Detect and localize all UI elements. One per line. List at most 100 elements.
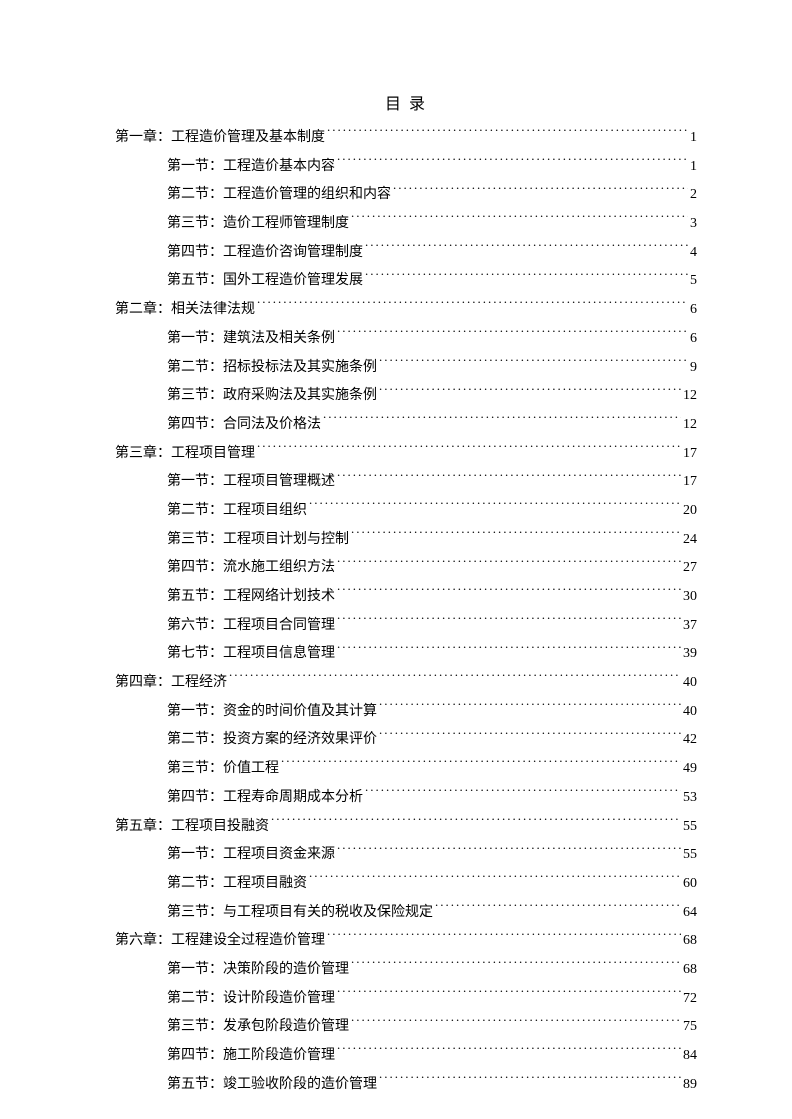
toc-entry: 第一节：建筑法及相关条例6 <box>115 325 697 354</box>
toc-entry-text: 第二节：工程项目融资 <box>167 870 307 899</box>
toc-leader <box>337 844 681 858</box>
toc-entry-text: 第三节：发承包阶段造价管理 <box>167 1013 349 1042</box>
toc-leader <box>271 816 681 830</box>
toc-page-number: 30 <box>683 583 697 612</box>
toc-page-number: 68 <box>683 927 697 956</box>
toc-leader <box>351 213 688 227</box>
toc-page-number: 12 <box>683 382 697 411</box>
toc-leader <box>379 385 681 399</box>
toc-entry: 第六章：工程建设全过程造价管理68 <box>115 927 697 956</box>
toc-leader <box>337 586 681 600</box>
toc-entry-text: 第一节：工程造价基本内容 <box>167 153 335 182</box>
toc-entry-text: 第四节：合同法及价格法 <box>167 411 321 440</box>
toc-entry-text: 第三章：工程项目管理 <box>115 440 255 469</box>
toc-entry-text: 第二节：招标投标法及其实施条例 <box>167 354 377 383</box>
toc-page-number: 53 <box>683 784 697 813</box>
toc-entry: 第三节：价值工程 49 <box>115 755 697 784</box>
toc-leader <box>365 270 688 284</box>
toc-leader <box>351 1016 681 1030</box>
toc-entry: 第四节：流水施工组织方法27 <box>115 554 697 583</box>
toc-list: 第一章：工程造价管理及基本制度1第一节：工程造价基本内容1第二节：工程造价管理的… <box>115 124 697 1099</box>
toc-leader <box>309 873 681 887</box>
toc-page-number: 49 <box>683 755 697 784</box>
toc-entry-text: 第二节：工程项目组织 <box>167 497 307 526</box>
toc-page-number: 37 <box>683 612 697 641</box>
toc-leader <box>257 299 688 313</box>
toc-page-number: 72 <box>683 985 697 1014</box>
toc-entry-text: 第二章：相关法律法规 <box>115 296 255 325</box>
toc-page-number: 2 <box>690 181 697 210</box>
toc-entry-text: 第一节：资金的时间价值及其计算 <box>167 698 377 727</box>
toc-entry-text: 第一节：建筑法及相关条例 <box>167 325 335 354</box>
toc-entry-text: 第一节：决策阶段的造价管理 <box>167 956 349 985</box>
toc-entry-text: 第七节：工程项目信息管理 <box>167 640 335 669</box>
toc-page-number: 39 <box>683 640 697 669</box>
toc-entry-text: 第四章：工程经济 <box>115 669 227 698</box>
toc-entry: 第三节：与工程项目有关的税收及保险规定 64 <box>115 899 697 928</box>
toc-entry: 第一节：工程造价基本内容 1 <box>115 153 697 182</box>
toc-entry-text: 第一节：工程项目资金来源 <box>167 841 335 870</box>
toc-leader <box>379 701 681 715</box>
toc-leader <box>337 557 681 571</box>
toc-page-number: 9 <box>690 354 697 383</box>
toc-entry: 第三节：造价工程师管理制度 3 <box>115 210 697 239</box>
toc-entry-text: 第三节：造价工程师管理制度 <box>167 210 349 239</box>
toc-page-number: 17 <box>683 440 697 469</box>
toc-leader <box>337 615 681 629</box>
toc-entry: 第四节：工程寿命周期成本分析 53 <box>115 784 697 813</box>
toc-entry: 第五节：竣工验收阶段的造价管理89 <box>115 1071 697 1100</box>
toc-entry-text: 第三节：政府采购法及其实施条例 <box>167 382 377 411</box>
toc-entry-text: 第三节：价值工程 <box>167 755 279 784</box>
toc-entry: 第二节：工程造价管理的组织和内容 2 <box>115 181 697 210</box>
toc-entry: 第二节：设计阶段造价管理 72 <box>115 985 697 1014</box>
toc-page-number: 40 <box>683 669 697 698</box>
toc-entry: 第一节：资金的时间价值及其计算 40 <box>115 698 697 727</box>
toc-entry-text: 第五章：工程项目投融资 <box>115 813 269 842</box>
toc-leader <box>327 930 681 944</box>
toc-leader <box>379 729 681 743</box>
toc-leader <box>365 242 688 256</box>
toc-page-number: 17 <box>683 468 697 497</box>
toc-entry: 第一章：工程造价管理及基本制度1 <box>115 124 697 153</box>
toc-entry: 第二章：相关法律法规6 <box>115 296 697 325</box>
toc-entry-text: 第三节：工程项目计划与控制 <box>167 526 349 555</box>
toc-leader <box>337 988 681 1002</box>
toc-title: 目 录 <box>115 90 697 114</box>
toc-leader <box>351 529 681 543</box>
toc-leader <box>323 414 681 428</box>
toc-entry: 第五节：国外工程造价管理发展5 <box>115 267 697 296</box>
toc-page-number: 75 <box>683 1013 697 1042</box>
toc-leader <box>365 787 681 801</box>
toc-page-number: 42 <box>683 726 697 755</box>
toc-entry: 第六节：工程项目合同管理37 <box>115 612 697 641</box>
toc-entry: 第四节：合同法及价格法12 <box>115 411 697 440</box>
toc-entry-text: 第四节：工程寿命周期成本分析 <box>167 784 363 813</box>
toc-entry: 第二节：投资方案的经济效果评价 42 <box>115 726 697 755</box>
toc-entry: 第三节：发承包阶段造价管理 75 <box>115 1013 697 1042</box>
toc-entry: 第四节：施工阶段造价管理84 <box>115 1042 697 1071</box>
toc-page-number: 55 <box>683 841 697 870</box>
toc-entry: 第一节：工程项目管理概述17 <box>115 468 697 497</box>
toc-leader <box>337 328 688 342</box>
toc-entry-text: 第三节：与工程项目有关的税收及保险规定 <box>167 899 433 928</box>
toc-leader <box>337 643 681 657</box>
toc-page-number: 40 <box>683 698 697 727</box>
toc-leader <box>337 156 688 170</box>
toc-page-number: 60 <box>683 870 697 899</box>
toc-page-number: 55 <box>683 813 697 842</box>
toc-entry: 第二节：工程项目组织20 <box>115 497 697 526</box>
toc-leader <box>309 500 681 514</box>
toc-entry-text: 第二节：设计阶段造价管理 <box>167 985 335 1014</box>
toc-entry-text: 第二节：投资方案的经济效果评价 <box>167 726 377 755</box>
toc-entry: 第三节：工程项目计划与控制24 <box>115 526 697 555</box>
toc-leader <box>351 959 681 973</box>
toc-entry-text: 第五节：竣工验收阶段的造价管理 <box>167 1071 377 1100</box>
toc-entry: 第四章：工程经济 40 <box>115 669 697 698</box>
toc-leader <box>337 471 681 485</box>
toc-page-number: 3 <box>690 210 697 239</box>
toc-entry-text: 第二节：工程造价管理的组织和内容 <box>167 181 391 210</box>
toc-page-number: 1 <box>690 153 697 182</box>
toc-entry-text: 第四节：施工阶段造价管理 <box>167 1042 335 1071</box>
toc-page-number: 64 <box>683 899 697 928</box>
toc-page-number: 5 <box>690 267 697 296</box>
